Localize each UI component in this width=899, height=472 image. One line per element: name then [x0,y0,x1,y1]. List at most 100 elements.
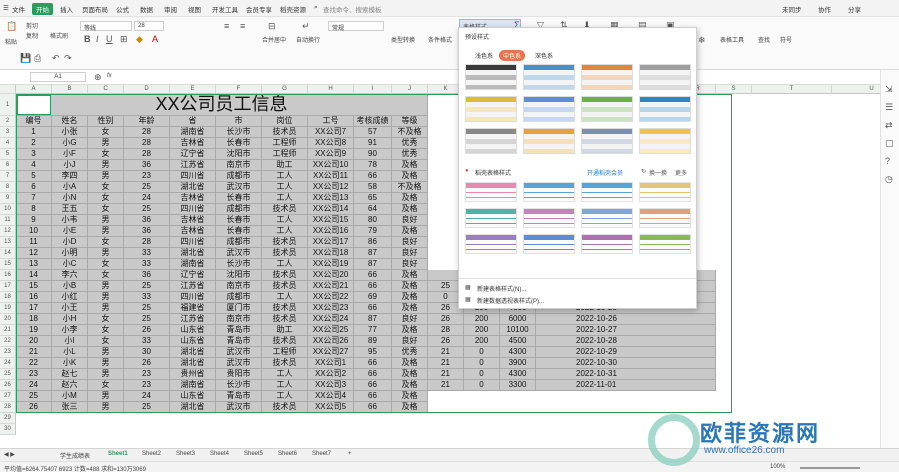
table-cell[interactable]: 28 [124,127,170,138]
column-header[interactable]: B [52,85,88,94]
switch-button[interactable]: 换一换 [649,168,667,177]
table-cell[interactable]: 男 [88,138,124,149]
table-cell[interactable]: 技术员 [262,237,308,248]
table-cell[interactable]: 工人 [262,369,308,380]
table-cell[interactable]: 辽宁省 [170,149,216,160]
table-cell[interactable]: 四川省 [170,237,216,248]
table-cell[interactable]: 工人 [262,215,308,226]
table-cell[interactable]: 11 [16,237,52,248]
table-cell[interactable]: 工人 [262,182,308,193]
table-cell[interactable]: 14 [16,270,52,281]
table-cell[interactable]: 2022-11-01 [536,380,716,391]
table-cell[interactable]: 四川省 [170,171,216,182]
table-cell[interactable]: 25 [124,402,170,413]
style-tab-3[interactable]: 深色系 [531,50,557,61]
table-cell[interactable]: 及格 [392,369,428,380]
table-cell[interactable]: 及格 [392,358,428,369]
row-header[interactable]: 22 [0,336,16,347]
row-header[interactable]: 1 [0,94,16,116]
table-cell[interactable]: 小J [52,160,88,171]
table-cell[interactable]: 0 [464,369,500,380]
table-cell[interactable]: 23 [124,369,170,380]
table-cell[interactable]: 男 [88,215,124,226]
table-cell[interactable]: 小张 [52,127,88,138]
copy-button[interactable]: 复制 [26,31,38,40]
table-cell[interactable]: 良好 [392,215,428,226]
table-cell[interactable]: 21 [428,358,464,369]
table-cell[interactable]: 66 [354,281,392,292]
table-cell[interactable]: 男 [88,391,124,402]
table-cell[interactable]: 南京市 [216,160,262,171]
row-header[interactable]: 15 [0,259,16,270]
table-cell[interactable]: XX公司19 [308,259,354,270]
table-cell[interactable]: 工程师 [262,138,308,149]
docer-style-swatch[interactable] [581,234,633,254]
table-cell[interactable]: 工人 [262,380,308,391]
row-header[interactable]: 18 [0,292,16,303]
table-cell[interactable]: 男 [88,160,124,171]
table-cell[interactable]: 28 [124,237,170,248]
sheet-tab[interactable]: Sheet4 [210,451,229,457]
menu-formula[interactable]: 公式 [116,4,129,14]
switch-icon[interactable]: ↻ [641,168,646,175]
table-cell[interactable]: 2022-10-31 [536,369,716,380]
table-cell[interactable]: 小G [52,138,88,149]
table-cell[interactable]: 男 [88,369,124,380]
table-cell[interactable]: 25 [124,281,170,292]
table-cell[interactable]: 女 [88,149,124,160]
table-cell[interactable]: XX公司20 [308,270,354,281]
table-cell[interactable]: 助工 [262,160,308,171]
side-tool-icon-1[interactable]: ⇲ [885,84,893,94]
row-header[interactable]: 26 [0,380,16,391]
cond-format-button[interactable]: 条件格式 [428,35,452,44]
table-cell[interactable]: XX公司1 [308,358,354,369]
table-cell[interactable]: 吉林省 [170,138,216,149]
table-cell[interactable]: 2022-10-28 [536,336,716,347]
table-cell[interactable]: 及格 [392,226,428,237]
docer-style-swatch[interactable] [639,234,691,254]
table-cell[interactable]: 22 [16,358,52,369]
row-header[interactable]: 20 [0,314,16,325]
row-header[interactable]: 7 [0,171,16,182]
table-cell[interactable]: 长沙市 [216,127,262,138]
print-icon[interactable]: ⎙ [34,53,41,63]
table-cell[interactable]: 南京市 [216,314,262,325]
docer-style-swatch[interactable] [465,208,517,228]
table-cell[interactable]: 13 [16,259,52,270]
table-cell[interactable]: 91 [354,138,392,149]
table-cell[interactable]: 2022-10-27 [536,325,716,336]
docer-style-swatch[interactable] [523,208,575,228]
table-cell[interactable]: 6 [16,182,52,193]
table-cell[interactable]: 李四 [52,171,88,182]
table-cell[interactable]: 58 [354,182,392,193]
table-cell[interactable]: 江苏省 [170,160,216,171]
table-cell[interactable]: 长沙市 [216,380,262,391]
table-cell[interactable]: 辽宁省 [170,270,216,281]
table-cell[interactable]: 18 [16,314,52,325]
table-cell[interactable]: 2 [16,138,52,149]
symbol-button[interactable]: 符号 [780,35,792,44]
table-cell[interactable]: XX公司24 [308,314,354,325]
table-cell[interactable]: 武汉市 [216,182,262,193]
table-cell[interactable]: 女 [88,204,124,215]
table-cell[interactable]: 21 [428,347,464,358]
table-cell[interactable]: 4 [16,160,52,171]
table-style-swatch[interactable] [581,128,633,154]
table-cell[interactable]: 0 [464,380,500,391]
table-cell[interactable]: 武汉市 [216,402,262,413]
table-cell[interactable]: 李六 [52,270,88,281]
menu-dev-tools[interactable]: 开发工具 [212,4,238,14]
table-cell[interactable]: 良好 [392,237,428,248]
table-cell[interactable]: 女 [88,193,124,204]
table-cell[interactable]: 26 [124,325,170,336]
table-cell[interactable]: 0 [464,358,500,369]
table-cell[interactable]: 23 [124,171,170,182]
column-header[interactable]: D [124,85,170,94]
table-cell[interactable]: 2022-10-29 [536,347,716,358]
row-header[interactable]: 6 [0,160,16,171]
table-cell[interactable]: 小明 [52,248,88,259]
sheet-title-cell[interactable]: XX公司员工信息 [16,94,428,116]
table-cell[interactable]: XX公司12 [308,182,354,193]
table-cell[interactable]: 山东省 [170,391,216,402]
table-cell[interactable]: 及格 [392,303,428,314]
